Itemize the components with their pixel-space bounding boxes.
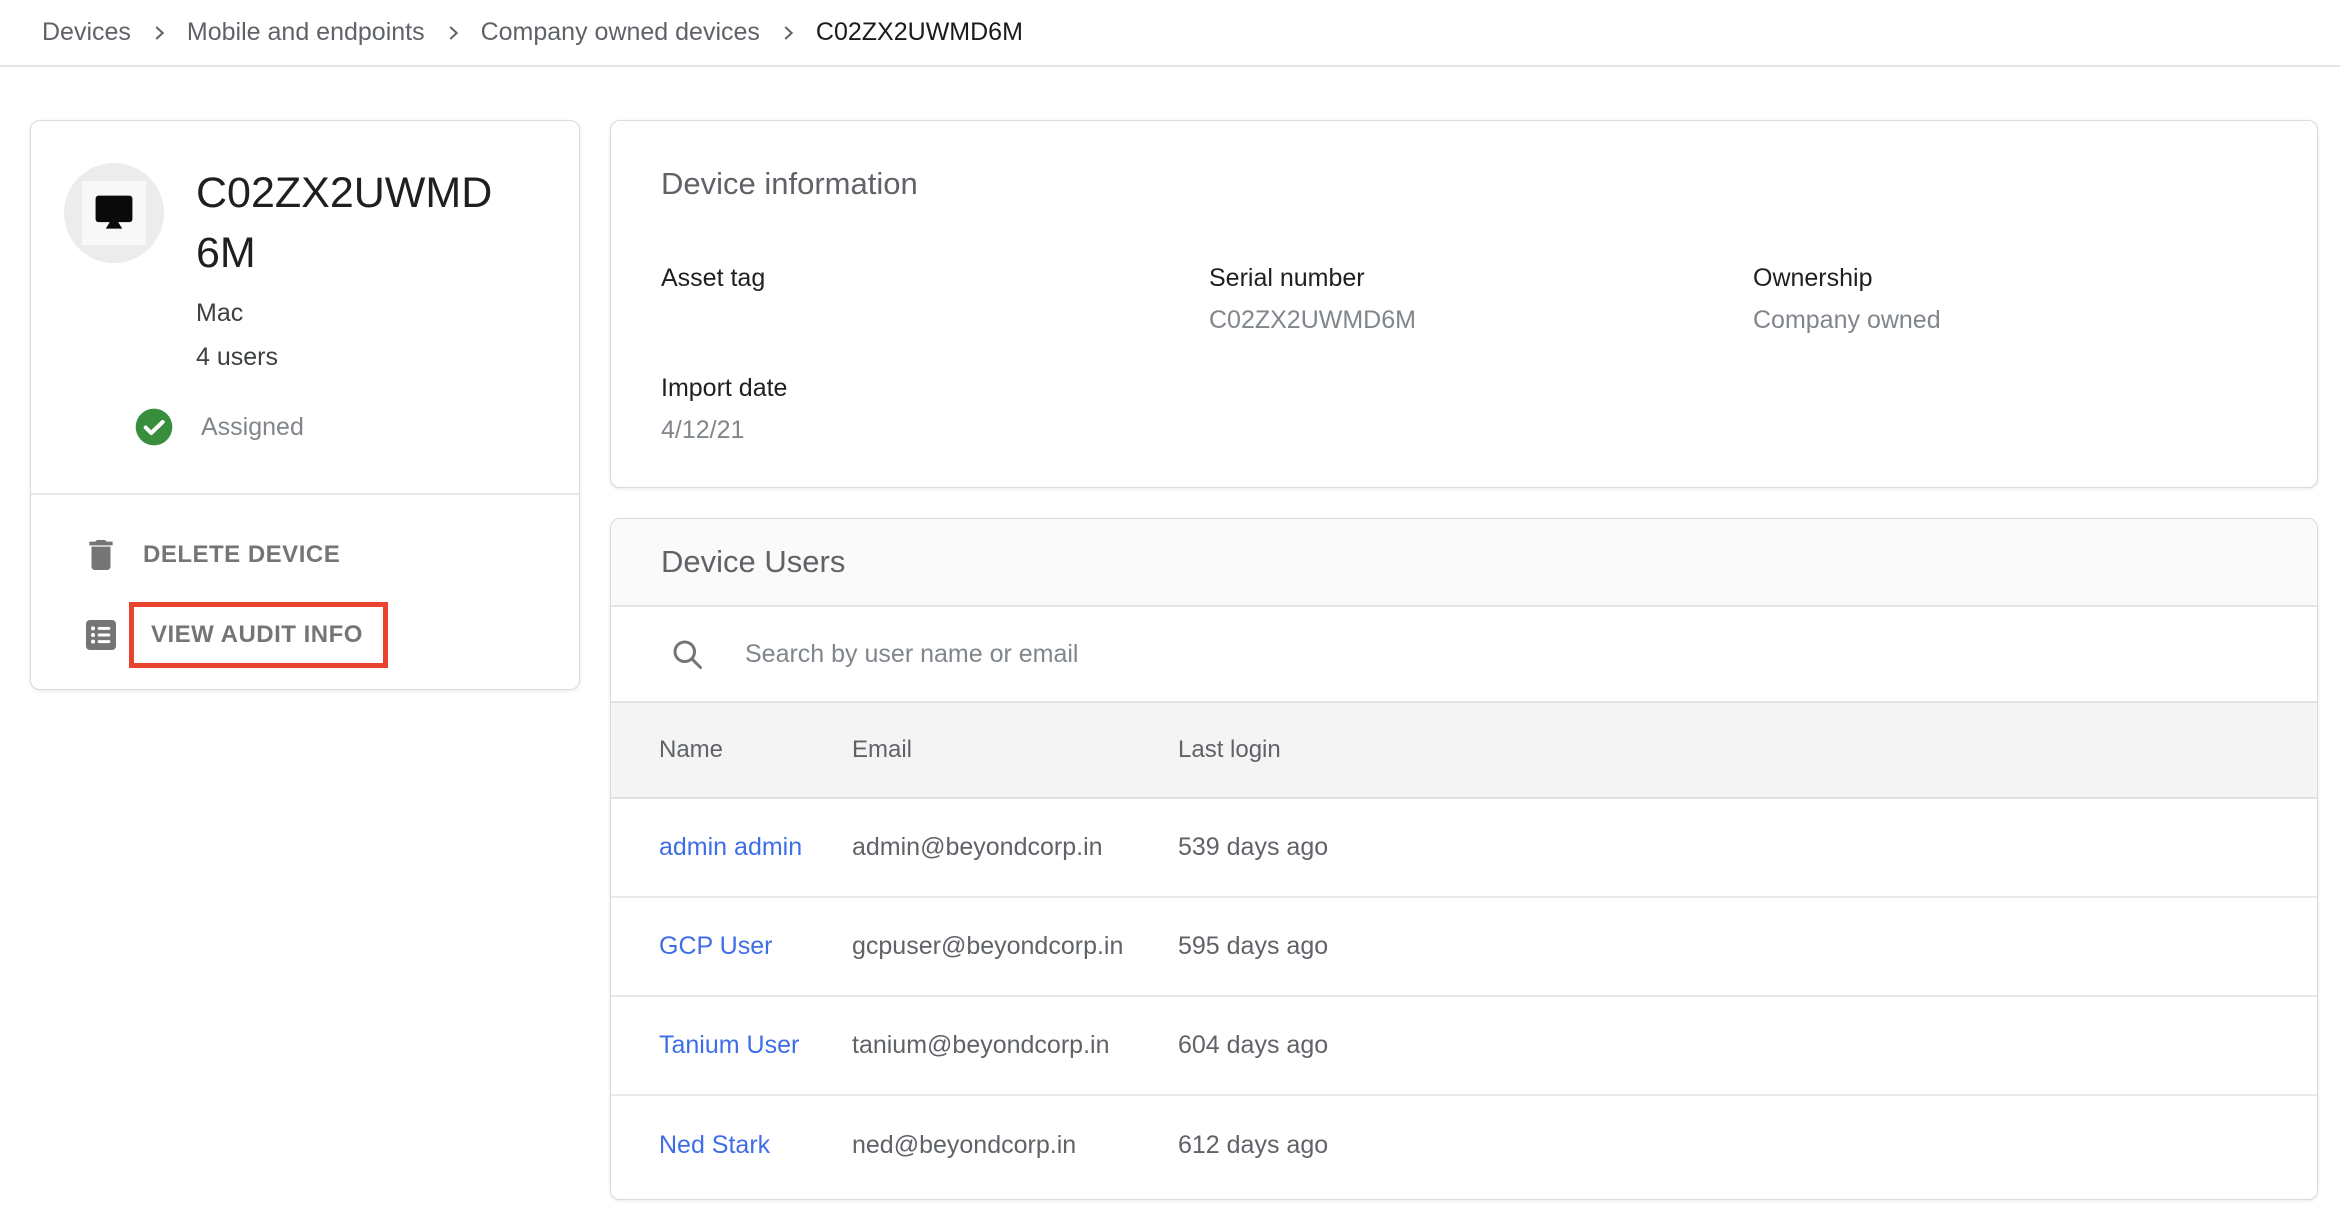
breadcrumb: Devices Mobile and endpoints Company own…: [0, 0, 2340, 67]
device-information-title: Device information: [661, 121, 2267, 203]
device-users-header: Device Users: [611, 519, 2317, 607]
chevron-right-icon: [148, 22, 170, 44]
device-information-fields: Asset tag Serial number C02ZX2UWMD6M Own…: [661, 263, 2267, 445]
audit-list-icon: [81, 615, 121, 655]
user-name-link[interactable]: Ned Stark: [659, 1131, 770, 1159]
breadcrumb-item-devices[interactable]: Devices: [42, 18, 131, 47]
device-title-line2: 6M: [196, 223, 492, 283]
user-last-login: 612 days ago: [1178, 1131, 2317, 1160]
breadcrumb-item-mobile-endpoints[interactable]: Mobile and endpoints: [187, 18, 425, 47]
device-actions: DELETE DEVICE VIEW AUDIT INFO: [31, 495, 579, 675]
search-input[interactable]: [745, 640, 2145, 669]
field-label: Serial number: [1209, 263, 1753, 293]
device-title-line1: C02ZX2UWMD: [196, 163, 492, 223]
search-icon: [669, 636, 705, 672]
field-ownership: Ownership Company owned: [1753, 263, 2267, 335]
user-email: tanium@beyondcorp.in: [852, 1031, 1178, 1060]
column-header-email: Email: [852, 736, 1178, 764]
field-value: [661, 305, 1209, 335]
table-row: GCP User gcpuser@beyondcorp.in 595 days …: [611, 898, 2317, 997]
table-row: Ned Stark ned@beyondcorp.in 612 days ago: [611, 1096, 2317, 1195]
field-import-date: Import date 4/12/21: [661, 373, 1209, 445]
view-audit-info-label: VIEW AUDIT INFO: [129, 602, 388, 668]
device-title: C02ZX2UWMD 6M: [196, 163, 492, 283]
device-summary: C02ZX2UWMD 6M Mac 4 users: [31, 121, 579, 379]
user-last-login: 604 days ago: [1178, 1031, 2317, 1060]
user-last-login: 595 days ago: [1178, 932, 2317, 961]
field-asset-tag: Asset tag: [661, 263, 1209, 335]
field-label: Import date: [661, 373, 1209, 403]
device-users-card: Device Users Name Email Last login admin…: [610, 518, 2318, 1200]
user-name-link[interactable]: GCP User: [659, 932, 772, 960]
view-audit-info-button[interactable]: VIEW AUDIT INFO: [31, 595, 579, 675]
table-header: Name Email Last login: [611, 703, 2317, 799]
user-email: ned@beyondcorp.in: [852, 1131, 1178, 1160]
column-header-name: Name: [659, 736, 852, 764]
breadcrumb-item-company-owned[interactable]: Company owned devices: [481, 18, 760, 47]
status-label: Assigned: [201, 413, 304, 442]
trash-icon: [81, 535, 121, 575]
user-last-login: 539 days ago: [1178, 833, 2317, 862]
chevron-right-icon: [777, 22, 799, 44]
desktop-monitor-icon: [82, 181, 146, 245]
check-circle-icon: [134, 407, 174, 447]
field-label: Asset tag: [661, 263, 1209, 293]
breadcrumb-item-current-device: C02ZX2UWMD6M: [816, 18, 1023, 47]
table-row: admin admin admin@beyondcorp.in 539 days…: [611, 799, 2317, 898]
user-name-link[interactable]: admin admin: [659, 833, 802, 861]
delete-device-label: DELETE DEVICE: [143, 541, 340, 569]
field-serial-number: Serial number C02ZX2UWMD6M: [1209, 263, 1753, 335]
user-search-bar: [611, 607, 2317, 703]
table-row: Tanium User tanium@beyondcorp.in 604 day…: [611, 997, 2317, 1096]
device-type: Mac: [196, 291, 492, 335]
status-badge: Assigned: [134, 407, 579, 447]
device-title-block: C02ZX2UWMD 6M Mac 4 users: [196, 163, 492, 379]
delete-device-button[interactable]: DELETE DEVICE: [31, 515, 579, 595]
column-header-last-login: Last login: [1178, 736, 2317, 764]
chevron-right-icon: [442, 22, 464, 44]
field-value: 4/12/21: [661, 415, 1209, 445]
field-label: Ownership: [1753, 263, 2267, 293]
field-value: C02ZX2UWMD6M: [1209, 305, 1753, 335]
user-name-link[interactable]: Tanium User: [659, 1031, 799, 1059]
device-users-title: Device Users: [661, 543, 845, 581]
device-users-count: 4 users: [196, 335, 492, 379]
user-email: gcpuser@beyondcorp.in: [852, 932, 1178, 961]
device-information-card: Device information Asset tag Serial numb…: [610, 120, 2318, 488]
device-summary-card: C02ZX2UWMD 6M Mac 4 users Assigned DELET…: [30, 120, 580, 690]
field-value: Company owned: [1753, 305, 2267, 335]
avatar: [64, 163, 164, 263]
user-email: admin@beyondcorp.in: [852, 833, 1178, 862]
